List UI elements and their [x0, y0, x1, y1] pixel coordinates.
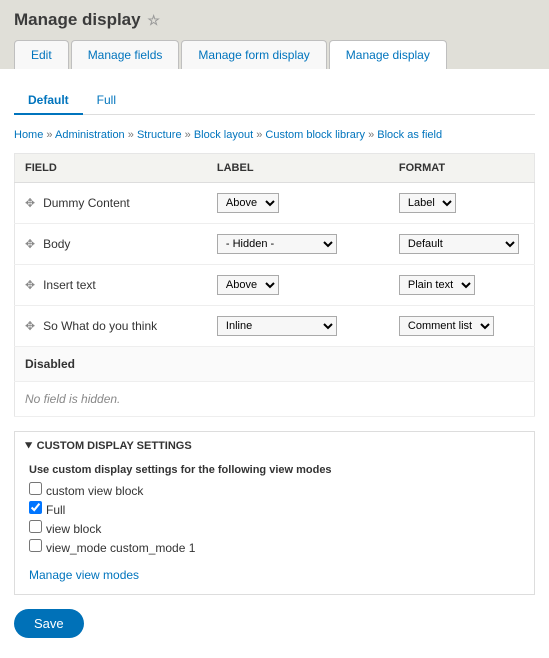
tab-manage-display[interactable]: Manage display: [329, 40, 447, 69]
checkbox-input[interactable]: [29, 520, 42, 533]
primary-tabs: Edit Manage fields Manage form display M…: [14, 40, 535, 69]
mode-label: Full: [46, 503, 65, 517]
crumb-custom-block-library[interactable]: Custom block library: [265, 129, 365, 141]
checkbox-input[interactable]: [29, 482, 42, 495]
subtab-full[interactable]: Full: [83, 85, 130, 114]
mode-label: custom view block: [46, 484, 143, 498]
checkbox-input[interactable]: [29, 539, 42, 552]
label-select[interactable]: Above: [217, 275, 279, 295]
format-select[interactable]: Default: [399, 234, 519, 254]
drag-handle-icon[interactable]: ✥: [25, 237, 35, 251]
crumb-structure[interactable]: Structure: [137, 129, 182, 141]
drag-handle-icon[interactable]: ✥: [25, 278, 35, 292]
tab-edit[interactable]: Edit: [14, 40, 69, 69]
breadcrumb: Home » Administration » Structure » Bloc…: [14, 129, 535, 141]
secondary-tabs: Default Full: [14, 85, 535, 115]
mode-label: view block: [46, 522, 101, 536]
crumb-block-layout[interactable]: Block layout: [194, 129, 253, 141]
format-select[interactable]: Label: [399, 193, 456, 213]
label-select[interactable]: Inline: [217, 316, 337, 336]
drag-handle-icon[interactable]: ✥: [25, 319, 35, 333]
crumb-home[interactable]: Home: [14, 129, 43, 141]
th-field: FIELD: [15, 154, 207, 183]
disabled-section-row: Disabled: [15, 347, 535, 382]
format-select[interactable]: Plain text: [399, 275, 475, 295]
field-name: So What do you think: [43, 319, 157, 333]
custom-display-summary[interactable]: CUSTOM DISPLAY SETTINGS: [15, 432, 534, 460]
table-row: ✥ Body - Hidden - Default: [15, 224, 535, 265]
table-row: ✥ Dummy Content Above Label: [15, 183, 535, 224]
label-select[interactable]: - Hidden -: [217, 234, 337, 254]
format-select[interactable]: Comment list: [399, 316, 494, 336]
tab-manage-form-display[interactable]: Manage form display: [181, 40, 326, 69]
mode-checkbox-full[interactable]: Full: [29, 501, 520, 517]
field-name: Insert text: [43, 278, 96, 292]
disabled-note-row: No field is hidden.: [15, 382, 535, 417]
manage-view-modes-link[interactable]: Manage view modes: [29, 568, 139, 582]
page-title: Manage display: [14, 10, 141, 29]
mode-checkbox-custom-mode-1[interactable]: view_mode custom_mode 1: [29, 539, 520, 555]
mode-checkbox-view-block[interactable]: view block: [29, 520, 520, 536]
mode-checkbox-custom-view-block[interactable]: custom view block: [29, 482, 520, 498]
th-format: FORMAT: [389, 154, 535, 183]
custom-display-settings[interactable]: CUSTOM DISPLAY SETTINGS Use custom displ…: [14, 431, 535, 595]
save-button[interactable]: Save: [14, 609, 84, 638]
table-row: ✥ Insert text Above Plain text: [15, 265, 535, 306]
field-display-table: FIELD LABEL FORMAT ✥ Dummy Content Above …: [14, 153, 535, 417]
checkbox-input[interactable]: [29, 501, 42, 514]
disabled-heading: Disabled: [15, 347, 535, 382]
mode-label: view_mode custom_mode 1: [46, 541, 195, 555]
crumb-block-as-field[interactable]: Block as field: [377, 129, 442, 141]
label-select[interactable]: Above: [217, 193, 279, 213]
custom-display-subheading: Use custom display settings for the foll…: [29, 464, 520, 476]
table-row: ✥ So What do you think Inline Comment lis…: [15, 306, 535, 347]
field-name: Dummy Content: [43, 196, 130, 210]
star-icon[interactable]: ☆: [147, 12, 160, 28]
drag-handle-icon[interactable]: ✥: [25, 196, 35, 210]
tab-manage-fields[interactable]: Manage fields: [71, 40, 180, 69]
crumb-administration[interactable]: Administration: [55, 129, 125, 141]
th-label: LABEL: [207, 154, 389, 183]
disabled-note: No field is hidden.: [15, 382, 535, 417]
field-name: Body: [43, 237, 70, 251]
subtab-default[interactable]: Default: [14, 85, 83, 115]
